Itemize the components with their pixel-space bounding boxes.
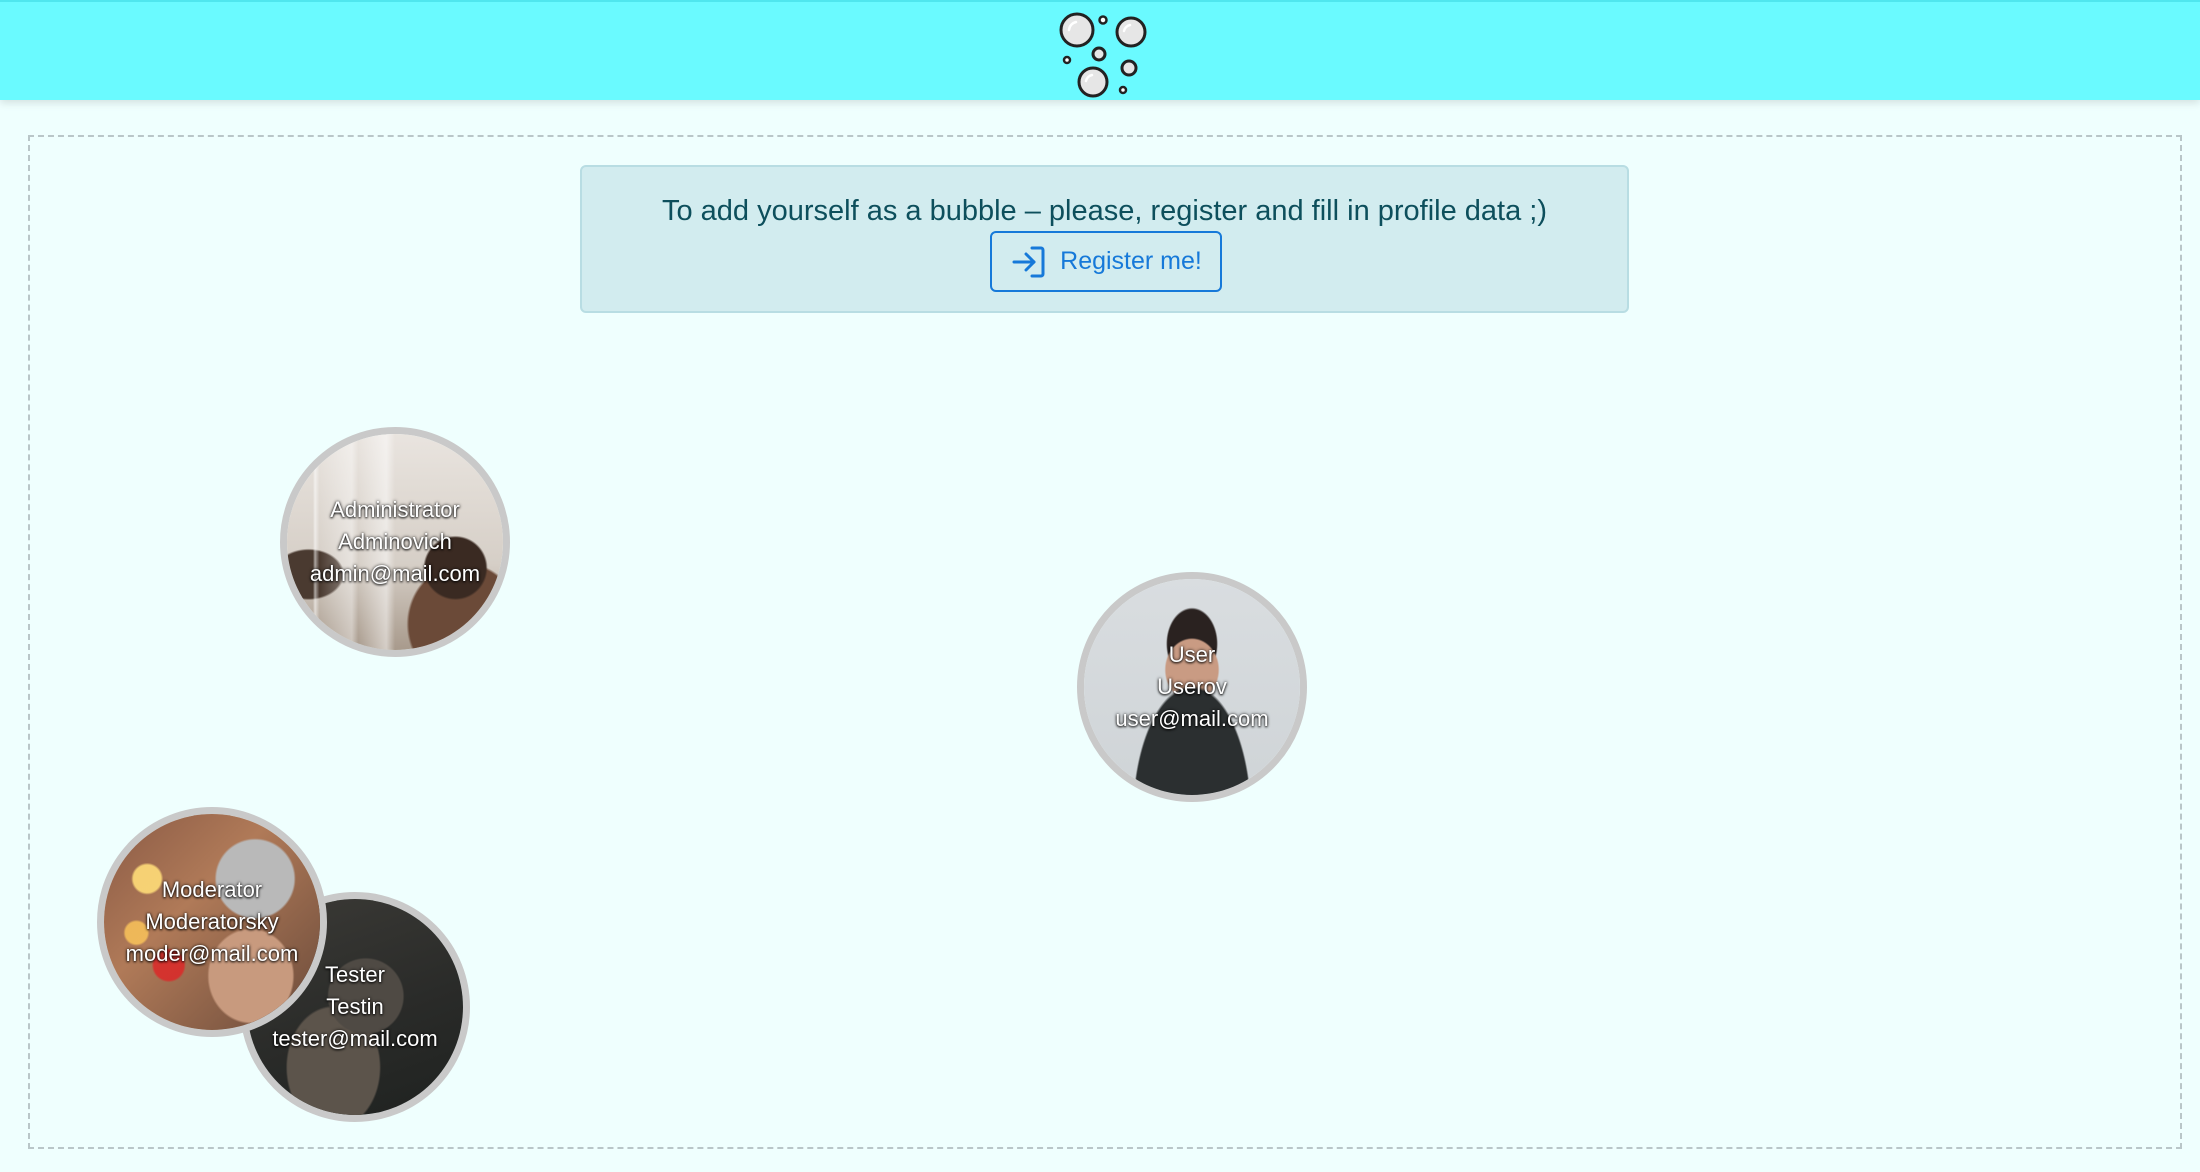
profile-bubble-moderator[interactable]: Moderator Moderatorsky moder@mail.com [97,807,327,1037]
last-name: Adminovich [338,529,452,554]
profile-bubble-user[interactable]: User Userov user@mail.com [1077,572,1307,802]
notice-text: To add yourself as a bubble – please, re… [661,195,1548,227]
profile-bubble-admin[interactable]: Administrator Adminovich admin@mail.com [280,427,510,657]
register-notice: To add yourself as a bubble – please, re… [580,165,1629,313]
profile-label: Moderator Moderatorsky moder@mail.com [104,874,320,970]
sign-in-icon [1012,246,1045,277]
email: admin@mail.com [309,561,481,586]
register-label: Register me! [1060,247,1202,275]
first-name: Administrator [330,497,460,522]
profile-label: User Userov user@mail.com [1084,639,1300,735]
first-name: User [1168,642,1216,667]
register-button[interactable]: Register me! [990,231,1222,292]
email: user@mail.com [1115,706,1269,731]
profile-label: Administrator Adminovich admin@mail.com [287,494,503,590]
email: moder@mail.com [125,941,299,966]
last-name: Userov [1157,674,1227,699]
first-name: Moderator [161,877,263,902]
bubbles-icon[interactable] [1055,10,1147,98]
top-header [0,0,2200,100]
last-name: Moderatorsky [145,909,279,934]
